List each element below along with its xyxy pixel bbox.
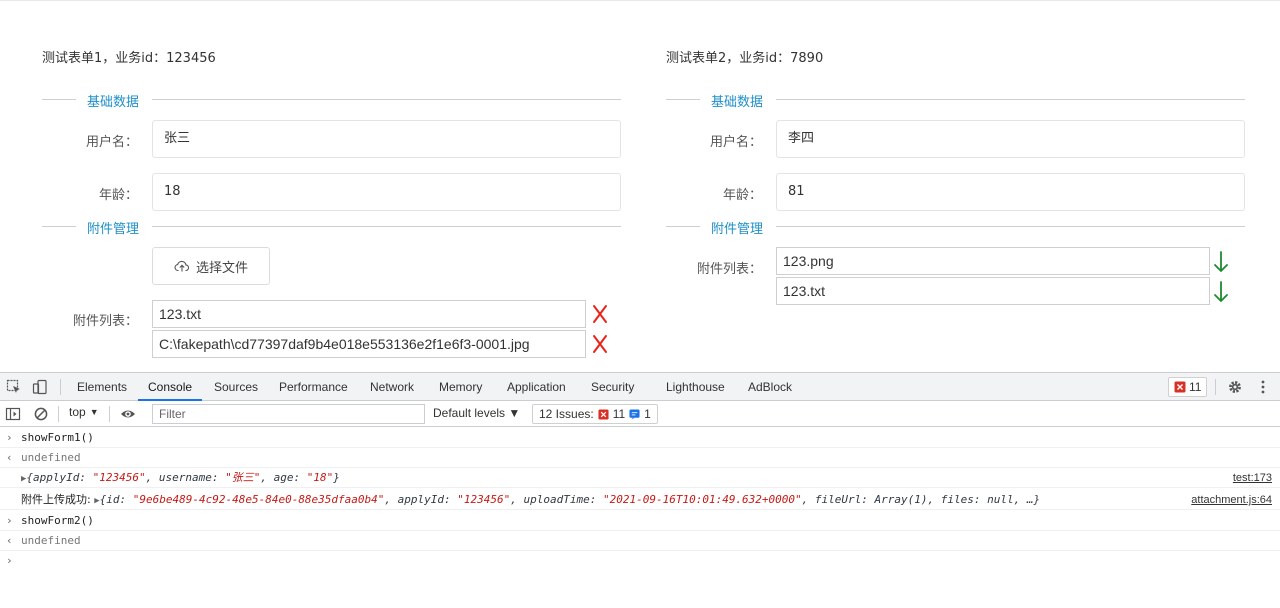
object-preview[interactable]: 附件上传成功: ▶{id: "9e6be489-4c92-48e5-84e0-8… (21, 490, 1040, 511)
filter-input[interactable] (152, 404, 425, 424)
page-content: 测试表单1，业务id：123456 基础数据 用户名： 张三 年龄： 18 附件… (0, 0, 1280, 372)
devtools-panel: Elements Console Sources Performance Net… (0, 372, 1280, 608)
device-toolbar-icon[interactable] (31, 378, 49, 396)
form-2-file-item: 123.png (776, 247, 1210, 275)
form-1-file-item: 123.txt (152, 300, 586, 328)
form-2-basic-divider: 基础数据 (666, 89, 1245, 110)
console-command: showForm1() (21, 431, 94, 444)
download-file-icon[interactable] (1210, 279, 1232, 305)
form-1-age-input[interactable]: 18 (152, 173, 621, 211)
error-icon (598, 408, 609, 420)
context-selector-label: top (69, 405, 86, 419)
form-2-username-input[interactable]: 李四 (776, 120, 1245, 158)
form-2-basic-section-title: 基础数据 (711, 95, 764, 110)
console-input-line: › showForm2() (0, 511, 1280, 531)
tab-lighthouse[interactable]: Lighthouse (666, 373, 725, 401)
console-result-line: ‹ undefined (0, 531, 1280, 551)
tab-sources[interactable]: Sources (214, 373, 258, 401)
context-selector[interactable]: top ▼ (69, 405, 99, 419)
form-1-basic-divider: 基础数据 (42, 89, 621, 110)
prompt-chevron-icon: › (6, 514, 13, 527)
issues-error-count: 11 (612, 407, 626, 421)
select-file-button-label: 选择文件 (195, 260, 248, 276)
delete-file-icon[interactable] (589, 331, 611, 357)
console-prompt[interactable]: › (0, 551, 1280, 571)
devtools-tabbar: Elements Console Sources Performance Net… (0, 373, 1280, 401)
console-toolbar: top ▼ Default levels ▼ 12 Issues: 11 1 (0, 401, 1280, 427)
form-1-age-label: 年龄： (98, 188, 138, 203)
source-link[interactable]: test:173 (1233, 468, 1272, 488)
console-result-line: ‹ undefined (0, 448, 1280, 468)
tab-network[interactable]: Network (370, 373, 414, 401)
gear-icon[interactable] (1226, 378, 1244, 396)
log-label: 附件上传成功: (21, 493, 95, 506)
error-icon (1174, 381, 1186, 393)
tab-console[interactable]: Console (138, 373, 203, 401)
console-input-line: › showForm1() (0, 428, 1280, 448)
clear-console-icon[interactable] (32, 405, 50, 423)
console-log-line: ▶{applyId: "123456", username: "张三", age… (0, 468, 1280, 488)
tab-elements[interactable]: Elements (77, 373, 127, 401)
form-1-basic-section-title: 基础数据 (87, 95, 140, 110)
form-1-username-label: 用户名： (85, 135, 138, 150)
object-preview[interactable]: ▶{applyId: "123456", username: "张三", age… (21, 468, 340, 489)
console-result: undefined (21, 451, 81, 464)
eye-icon[interactable] (119, 405, 137, 423)
tab-security[interactable]: Security (591, 373, 634, 401)
delete-file-icon[interactable] (589, 301, 611, 327)
issues-button[interactable]: 12 Issues: 11 1 (532, 404, 658, 424)
form-1-attachments-section-title: 附件管理 (87, 222, 140, 237)
form-2-attachments-divider: 附件管理 (666, 216, 1245, 237)
select-file-button[interactable]: 选择文件 (152, 247, 270, 285)
cloud-upload-icon (174, 260, 190, 272)
info-message-icon (629, 408, 640, 420)
result-arrow-icon: ‹ (6, 451, 13, 464)
form-2-file-item: 123.txt (776, 277, 1210, 305)
console-command: showForm2() (21, 514, 94, 527)
result-arrow-icon: ‹ (6, 534, 13, 547)
chevron-down-icon: ▼ (89, 407, 99, 417)
issues-label: 12 Issues: (539, 407, 594, 421)
console-result: undefined (21, 534, 81, 547)
console-log-line: 附件上传成功: ▶{id: "9e6be489-4c92-48e5-84e0-8… (0, 490, 1280, 510)
inspect-element-icon[interactable] (5, 378, 23, 396)
issues-info-count: 1 (644, 407, 651, 421)
tab-performance[interactable]: Performance (279, 373, 348, 401)
console-output: › showForm1() ‹ undefined ▶{applyId: "12… (0, 428, 1280, 608)
prompt-chevron-icon: › (6, 554, 13, 567)
form-1-username-input[interactable]: 张三 (152, 120, 621, 158)
form-1-file-item: C:\fakepath\cd77397daf9b4e018e553136e2f1… (152, 330, 586, 358)
form-2-username-label: 用户名： (709, 135, 762, 150)
form-1-attachments-divider: 附件管理 (42, 216, 621, 237)
sidebar-toggle-icon[interactable] (4, 405, 22, 423)
error-count-badge[interactable]: 11 (1168, 377, 1208, 397)
default-levels-dropdown[interactable]: Default levels ▼ (433, 406, 520, 420)
tab-adblock[interactable]: AdBlock (748, 373, 792, 401)
download-file-icon[interactable] (1210, 249, 1232, 275)
tab-memory[interactable]: Memory (439, 373, 482, 401)
form-2-age-label: 年龄： (722, 188, 762, 203)
prompt-chevron-icon: › (6, 431, 13, 444)
form-1-title: 测试表单1，业务id：123456 (42, 51, 216, 66)
form-2-attachments-label: 附件列表： (696, 262, 762, 277)
error-count: 11 (1189, 380, 1202, 394)
form-1-attachments-label: 附件列表： (72, 314, 138, 329)
more-options-icon[interactable] (1254, 378, 1272, 396)
form-2-attachments-section-title: 附件管理 (711, 222, 764, 237)
tab-application[interactable]: Application (507, 373, 566, 401)
form-2-title: 测试表单2，业务id：7890 (666, 51, 824, 66)
form-2-age-input[interactable]: 81 (776, 173, 1245, 211)
source-link[interactable]: attachment.js:64 (1191, 490, 1272, 510)
